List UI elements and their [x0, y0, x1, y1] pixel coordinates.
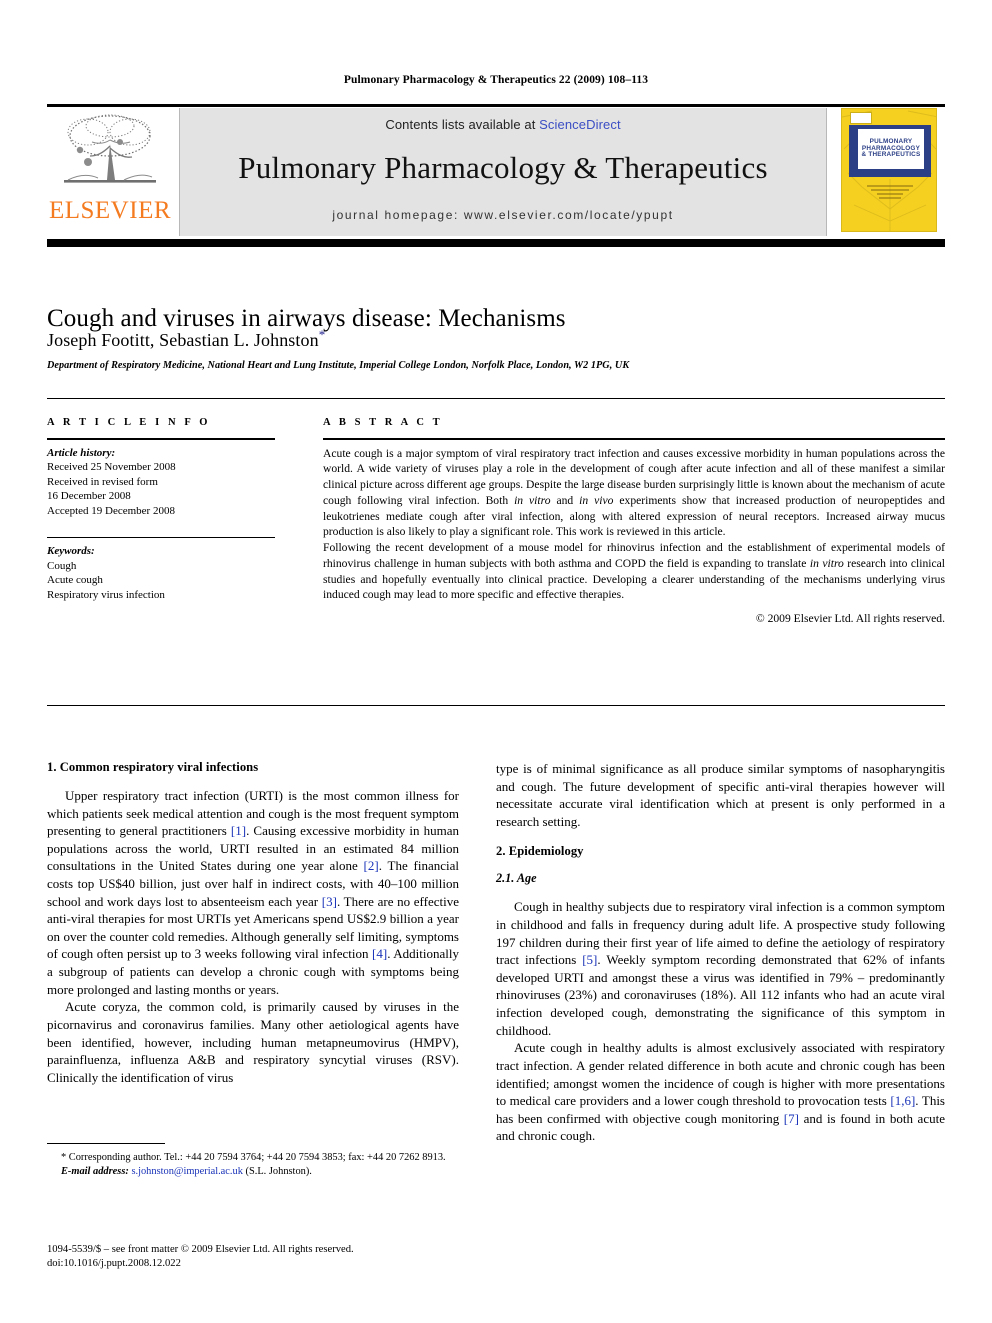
- paper-page: Pulmonary Pharmacology & Therapeutics 22…: [0, 0, 992, 1323]
- journal-homepage-url[interactable]: journal homepage: www.elsevier.com/locat…: [332, 208, 673, 222]
- journal-title: Pulmonary Pharmacology & Therapeutics: [238, 150, 768, 185]
- elsevier-wordmark: ELSEVIER: [48, 197, 172, 224]
- journal-masthead: ELSEVIER Contents lists available at Sci…: [47, 108, 945, 236]
- abstract-copyright: © 2009 Elsevier Ltd. All rights reserved…: [755, 612, 945, 626]
- subsection-heading-2-1: 2.1. Age: [496, 871, 537, 886]
- cover-title-box: PULMONARY PHARMACOLOGY & THERAPEUTICS: [858, 129, 924, 169]
- imprint-block: 1094-5539/$ – see front matter © 2009 El…: [47, 1243, 507, 1271]
- abstract-column: A B S T R A C T Acute cough is a major s…: [323, 417, 945, 625]
- body-paragraph: Acute cough in healthy adults is almost …: [496, 1040, 945, 1144]
- keyword-item: Respiratory virus infection: [47, 589, 165, 601]
- cover-title-line3: & THERAPEUTICS: [861, 151, 921, 159]
- section-heading-2: 2. Epidemiology: [496, 844, 584, 859]
- footnote-rule: [47, 1143, 165, 1144]
- abstract-body: Acute cough is a major symptom of viral …: [323, 446, 945, 604]
- corresponding-author-marker: *: [318, 327, 326, 342]
- journal-cover-thumbnail: PULMONARY PHARMACOLOGY & THERAPEUTICS: [833, 108, 945, 236]
- corresponding-author-note: * Corresponding author. Tel.: +44 20 759…: [61, 1152, 446, 1163]
- email-suffix: (S.L. Johnston).: [245, 1165, 312, 1177]
- author-list: Joseph Footitt, Sebastian L. Johnston*: [47, 327, 867, 351]
- article-info-divider: [47, 438, 275, 440]
- cover-image: PULMONARY PHARMACOLOGY & THERAPEUTICS: [841, 108, 937, 232]
- keywords-label: Keywords:: [47, 545, 95, 558]
- footnote-block: * Corresponding author. Tel.: +44 20 759…: [47, 1143, 459, 1179]
- keyword-item: Cough: [47, 559, 77, 572]
- abstract-paragraph: Acute cough is a major symptom of viral …: [323, 446, 945, 539]
- email-link[interactable]: s.johnston@imperial.ac.uk: [131, 1166, 242, 1177]
- article-history-item: Accepted 19 December 2008: [47, 505, 175, 517]
- abstract-paragraph: Following the recent development of a mo…: [323, 541, 945, 602]
- keywords-divider: [47, 536, 275, 539]
- author-affiliation: Department of Respiratory Medicine, Nati…: [47, 360, 630, 371]
- doi-line[interactable]: doi:10.1016/j.pupt.2008.12.022: [47, 1257, 507, 1271]
- running-head: Pulmonary Pharmacology & Therapeutics 22…: [343, 74, 649, 86]
- masthead-top-rule: [47, 104, 945, 107]
- article-info-column: A R T I C L E I N F O Article history: R…: [47, 417, 275, 603]
- elsevier-logo: ELSEVIER: [47, 108, 173, 236]
- email-note: E-mail address: s.johnston@imperial.ac.u…: [47, 1165, 459, 1179]
- body-paragraph: type is of minimal significance as all p…: [496, 761, 945, 829]
- section-heading-1: 1. Common respiratory viral infections: [47, 760, 259, 774]
- article-history-item: 16 December 2008: [47, 490, 131, 503]
- email-label: E-mail address:: [61, 1165, 129, 1177]
- article-history-item: Received 25 November 2008: [47, 461, 176, 474]
- masthead-bottom-rule: [47, 239, 945, 247]
- abstract-divider: [323, 438, 945, 440]
- elsevier-tree-icon: [64, 114, 156, 183]
- contents-prefix: Contents lists available at: [385, 117, 540, 132]
- article-history-item: Received in revised form: [47, 475, 158, 488]
- body-column-left: 1. Common respiratory viral infections U…: [47, 760, 459, 1086]
- cover-subtext-lines: [842, 183, 936, 201]
- keyword-item: Acute cough: [47, 574, 103, 587]
- article-history-label: Article history:: [47, 446, 116, 459]
- cover-publisher-mark: [850, 112, 872, 124]
- journal-banner: Contents lists available at ScienceDirec…: [179, 108, 827, 236]
- issn-frontmatter-line: 1094-5539/$ – see front matter © 2009 El…: [47, 1244, 354, 1255]
- body-paragraph: Acute coryza, the common cold, is primar…: [47, 999, 459, 1085]
- panel-top-rule: [47, 398, 945, 399]
- author-names: Joseph Footitt, Sebastian L. Johnston: [47, 330, 319, 350]
- body-column-right: type is of minimal significance as all p…: [496, 760, 945, 1145]
- body-paragraph: Upper respiratory tract infection (URTI)…: [47, 788, 460, 997]
- body-paragraph: Cough in healthy subjects due to respira…: [496, 899, 945, 1038]
- article-info-heading: A R T I C L E I N F O: [47, 417, 211, 428]
- panel-bottom-rule: [47, 705, 945, 706]
- contents-available-line: Contents lists available at ScienceDirec…: [385, 117, 620, 132]
- abstract-heading: A B S T R A C T: [323, 417, 443, 428]
- sciencedirect-link[interactable]: ScienceDirect: [539, 117, 621, 132]
